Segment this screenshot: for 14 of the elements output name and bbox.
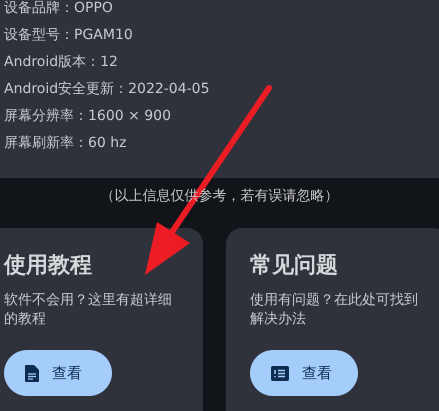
card-title: 使用教程 — [4, 252, 92, 280]
info-line: 设备型号：PGAM10 — [4, 26, 133, 45]
card-description: 软件不会用？这里有超详细的教程 — [4, 291, 173, 329]
info-line: 屏幕分辨率：1600 × 900 — [4, 107, 171, 126]
list-icon — [271, 366, 289, 380]
info-line: 屏幕刷新率：60 hz — [4, 134, 126, 153]
info-line: 设备品牌：OPPO — [4, 0, 113, 18]
card-title: 常见问题 — [250, 252, 338, 280]
document-icon — [25, 364, 39, 382]
card-description: 使用有问题？在此处可找到解决办法 — [250, 291, 419, 329]
info-line: Android版本：12 — [4, 53, 118, 72]
view-button[interactable]: 查看 — [250, 350, 358, 396]
info-line: Android安全更新：2022-04-05 — [4, 80, 210, 99]
view-button[interactable]: 查看 — [4, 350, 112, 396]
